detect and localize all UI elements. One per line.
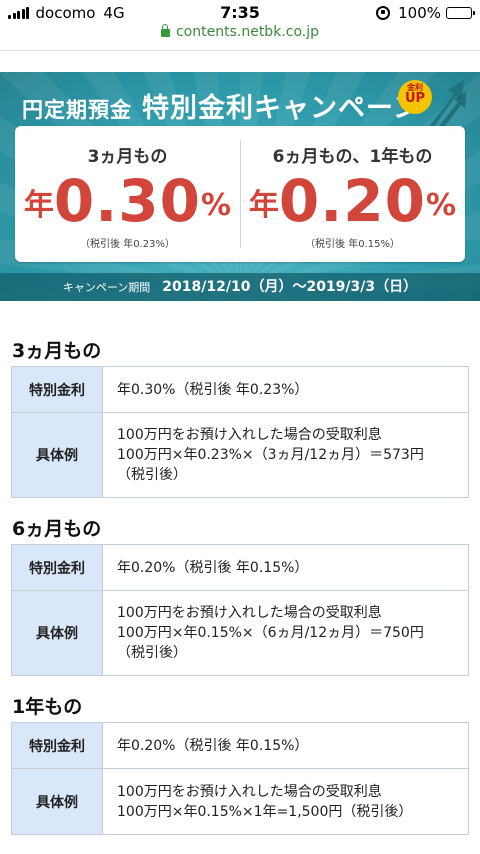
campaign-period-label: キャンペーン期間 [62,281,151,294]
table-row: 特別金利 年0.30%（税引後 年0.23%） [11,366,469,413]
rate-table-1-year: 特別金利 年0.20%（税引後 年0.15%） 具体例 100万円をお預け入れし… [11,722,469,835]
rate-term: 3ヵ月もの [87,147,168,167]
table-header-cell: 特別金利 [11,722,103,769]
example-line: （税引後） [117,645,187,661]
rate-tax-note: （税引後 年0.15%） [305,239,400,250]
example-line: 100万円をお預け入れした場合の受取利息 [117,783,382,800]
table-header-cell: 特別金利 [11,544,103,591]
address-bar[interactable]: contents.netbk.co.jp [0,24,480,48]
table-row: 具体例 100万円をお預け入れした場合の受取利息 100万円×年0.15%×（6… [11,590,469,676]
table-row: 具体例 100万円をお預け入れした場合の受取利息 100万円×年0.23%×（3… [11,412,469,498]
badge-main-label: UP [404,91,426,106]
battery-percentage: 100% [398,4,441,22]
table-row: 特別金利 年0.20%（税引後 年0.15%） [11,722,469,769]
example-cell: 100万円をお預け入れした場合の受取利息 100万円×年0.15%×（6ヵ月/1… [102,590,469,676]
rate-number: 0.30 [53,167,202,235]
campaign-banner: 円定期預金 特別金利キャンペーン 金利 UP 3ヵ月もの 年0.30% （税引後… [0,72,480,301]
status-bar: docomo 4G 7:35 100% [0,0,480,26]
battery-icon [446,7,475,19]
example-cell: 100万円をお預け入れした場合の受取利息 100万円×年0.23%×（3ヵ月/1… [102,412,469,498]
rate-unit: % [426,188,457,223]
section-title-1-year: 1年もの [12,696,83,718]
example-line: 100万円をお預け入れした場合の受取利息 [117,605,382,621]
campaign-period-value: 2018/12/10（月）〜2019/3/3（日） [162,279,418,295]
rate-card-6-month-1-year: 6ヵ月もの、1年もの 年0.20% （税引後 年0.15%） [240,126,465,262]
example-cell: 100万円をお預け入れした場合の受取利息 100万円×年0.15%×1年=1,5… [102,768,469,835]
rate-value-cell: 年0.30%（税引後 年0.23%） [102,366,469,413]
table-row: 具体例 100万円をお預け入れした場合の受取利息 100万円×年0.15%×1年… [11,768,469,835]
rate-tax-note: （税引後 年0.23%） [80,239,175,250]
rate-table-6-month: 特別金利 年0.20%（税引後 年0.15%） 具体例 100万円をお預け入れし… [11,544,469,676]
rate-table-3-month: 特別金利 年0.30%（税引後 年0.23%） 具体例 100万円をお預け入れし… [11,366,469,498]
rate-number: 0.20 [278,167,427,235]
example-line: 100万円×年0.15%×（6ヵ月/12ヵ月）＝750円 [117,625,424,641]
table-row: 特別金利 年0.20%（税引後 年0.15%） [11,544,469,591]
rate-up-badge: 金利 UP [398,80,432,114]
rate-card: 3ヵ月もの 年0.30% （税引後 年0.23%） 6ヵ月もの、1年もの 年0.… [15,126,465,262]
table-header-cell: 具体例 [11,590,103,676]
rate-value: 年0.30% [15,169,240,233]
rotation-lock-icon [376,6,391,20]
rate-card-3-month: 3ヵ月もの 年0.30% （税引後 年0.23%） [15,126,240,262]
section-title-6-month: 6ヵ月もの [12,518,102,540]
campaign-period: キャンペーン期間 2018/12/10（月）〜2019/3/3（日） [0,273,480,301]
url-domain: contents.netbk.co.jp [175,24,319,40]
rate-value-cell: 年0.20%（税引後 年0.15%） [102,722,469,769]
section-title-3-month: 3ヵ月もの [12,340,102,362]
rate-prefix: 年 [248,188,279,223]
table-header-cell: 具体例 [11,768,103,835]
rate-term: 6ヵ月もの、1年もの [272,147,433,167]
rate-prefix: 年 [23,188,54,223]
rate-value: 年0.20% [240,169,465,233]
rate-value-cell: 年0.20%（税引後 年0.15%） [102,544,469,591]
banner-title-campaign: 特別金利キャンペーン [142,93,421,124]
example-line: （税引後） [117,467,187,483]
example-line: 100万円をお預け入れした場合の受取利息 [117,427,382,443]
example-line: 100万円×年0.23%×（3ヵ月/12ヵ月）＝573円 [117,447,424,463]
example-line: 100万円×年0.15%×1年=1,500円（税引後） [117,803,413,820]
rate-unit: % [201,188,232,223]
table-header-cell: 特別金利 [11,366,103,413]
lock-icon [160,24,170,37]
divider [0,50,480,51]
banner-title: 円定期預金 特別金利キャンペーン [22,86,421,125]
banner-title-product: 円定期預金 [22,98,132,122]
table-header-cell: 具体例 [11,412,103,498]
